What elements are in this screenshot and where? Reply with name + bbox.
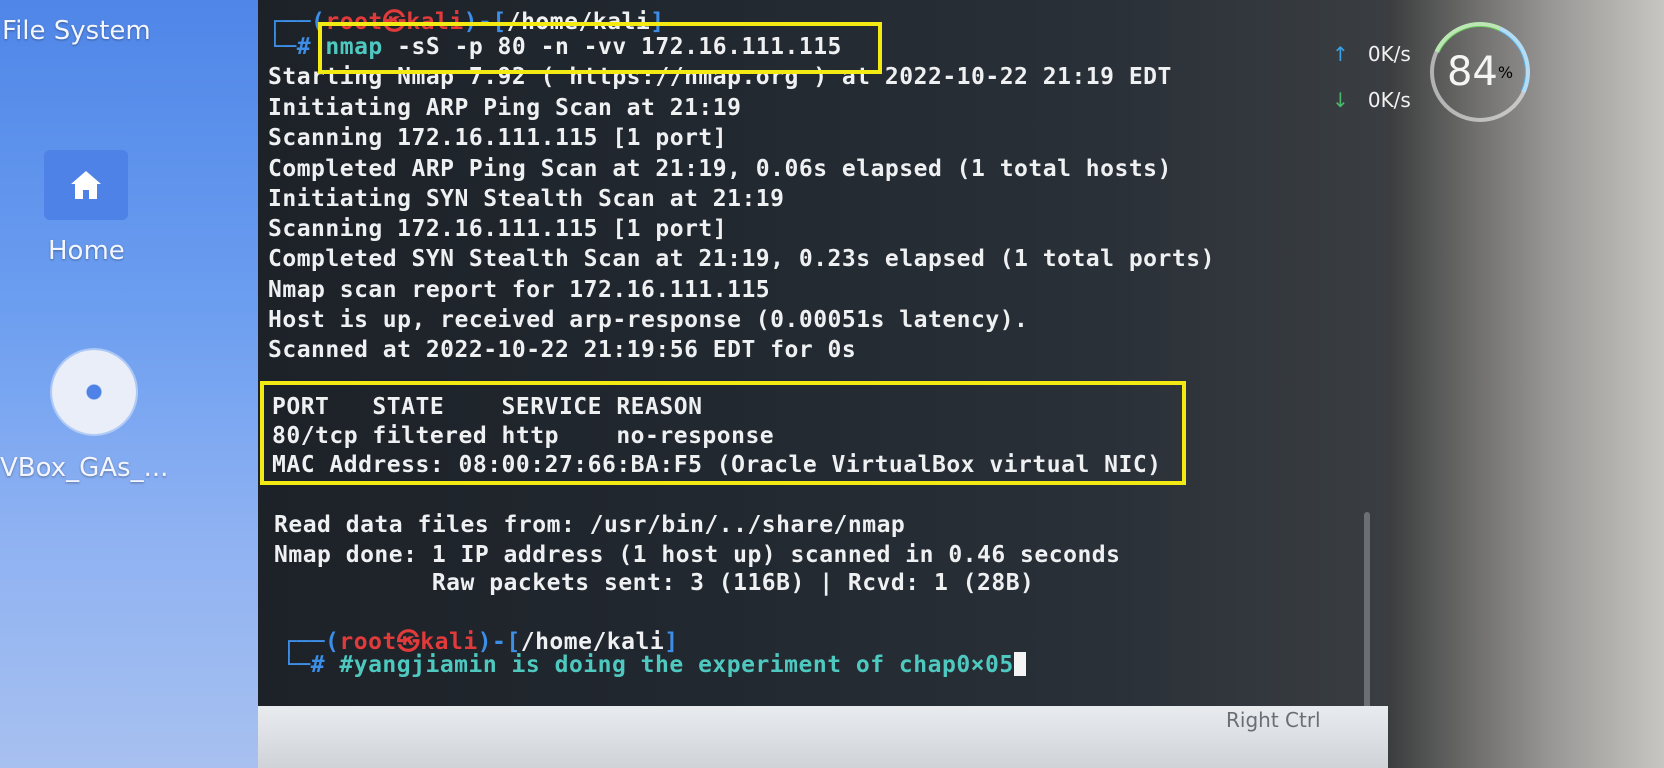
output-line: Host is up, received arp-response (0.000… (268, 307, 1029, 333)
output-line: Read data files from: /usr/bin/../share/… (274, 512, 906, 538)
output-line: Nmap done: 1 IP address (1 host up) scan… (274, 542, 1121, 568)
memory-gauge[interactable]: 84% (1430, 22, 1530, 122)
host-key-label: Right Ctrl (1226, 708, 1321, 732)
disc-icon[interactable] (52, 350, 136, 434)
command-highlight-box (318, 22, 882, 74)
result-highlight-box (260, 381, 1186, 485)
output-line: Initiating ARP Ping Scan at 21:19 (268, 95, 742, 121)
output-line: Nmap scan report for 172.16.111.115 (268, 277, 771, 303)
home-label[interactable]: Home (48, 236, 125, 266)
file-system-label[interactable]: File System (2, 16, 151, 46)
upload-arrow-icon: ↑ (1332, 42, 1349, 66)
output-line: Scanned at 2022-10-22 21:19:56 EDT for 0… (268, 337, 857, 363)
output-line: Completed SYN Stealth Scan at 21:19, 0.2… (268, 246, 1215, 272)
output-line: Raw packets sent: 3 (116B) | Rcvd: 1 (28… (274, 570, 1035, 596)
output-line: Scanning 172.16.111.115 [1 port] (268, 125, 728, 151)
output-line: Completed ARP Ping Scan at 21:19, 0.06s … (268, 156, 1172, 182)
terminal-input-line[interactable]: └─# #yangjiamin is doing the experiment … (282, 652, 1026, 678)
download-speed: ↓ 0K/s (1332, 88, 1411, 112)
vm-status-bar (258, 706, 1388, 768)
vbox-guest-additions-label[interactable]: VBox_GAs_... (0, 453, 168, 483)
home-icon[interactable] (44, 150, 128, 220)
terminal-scrollbar[interactable] (1364, 512, 1370, 722)
output-line: Scanning 172.16.111.115 [1 port] (268, 216, 728, 242)
download-arrow-icon: ↓ (1332, 88, 1349, 112)
upload-speed: ↑ 0K/s (1332, 42, 1411, 66)
prompt-line: ┌──(root㉿kali)-[/home/kali] (282, 629, 679, 655)
background-right (1388, 0, 1664, 768)
output-line: Initiating SYN Stealth Scan at 21:19 (268, 186, 785, 212)
text-cursor (1013, 652, 1026, 676)
